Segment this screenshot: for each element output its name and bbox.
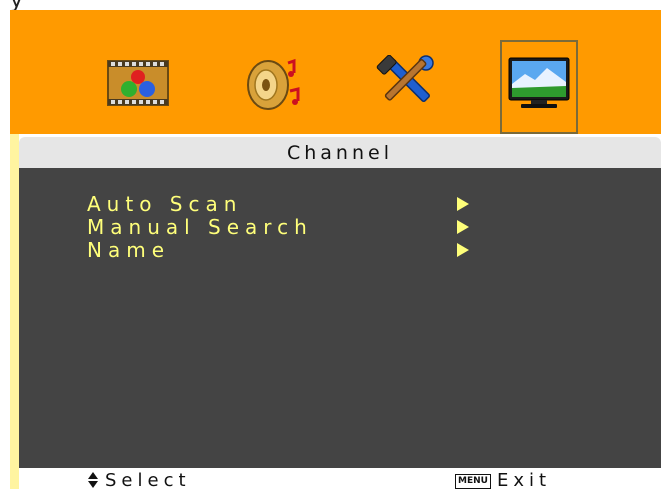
left-accent-strip bbox=[10, 134, 19, 489]
menu-item-auto-scan[interactable]: Auto Scan bbox=[87, 192, 469, 216]
select-label: Select bbox=[105, 470, 191, 491]
exit-label: Exit bbox=[496, 470, 552, 491]
setup-tools-icon[interactable] bbox=[366, 41, 444, 135]
arrow-right-icon bbox=[457, 220, 469, 234]
title-bar: Channel bbox=[19, 137, 661, 168]
menu-item-label: Name bbox=[87, 238, 171, 262]
page-title: Channel bbox=[286, 142, 393, 164]
picture-icon[interactable] bbox=[98, 41, 176, 135]
menu-panel: Auto Scan Manual Search Name bbox=[19, 168, 661, 468]
channel-tv-icon[interactable] bbox=[500, 40, 578, 134]
sound-icon[interactable] bbox=[232, 41, 310, 135]
menu-key-icon: MENU bbox=[455, 474, 491, 489]
top-edge: y bbox=[0, 0, 661, 13]
arrow-right-icon bbox=[457, 243, 469, 257]
menu-item-label: Manual Search bbox=[87, 215, 313, 239]
up-down-arrow-icon bbox=[87, 472, 99, 488]
menu-item-name[interactable]: Name bbox=[87, 238, 469, 262]
arrow-right-icon bbox=[457, 197, 469, 211]
footer-hints: Select MENU Exit bbox=[19, 468, 661, 491]
menu-item-label: Auto Scan bbox=[87, 192, 243, 216]
menu-item-manual-search[interactable]: Manual Search bbox=[87, 215, 469, 239]
